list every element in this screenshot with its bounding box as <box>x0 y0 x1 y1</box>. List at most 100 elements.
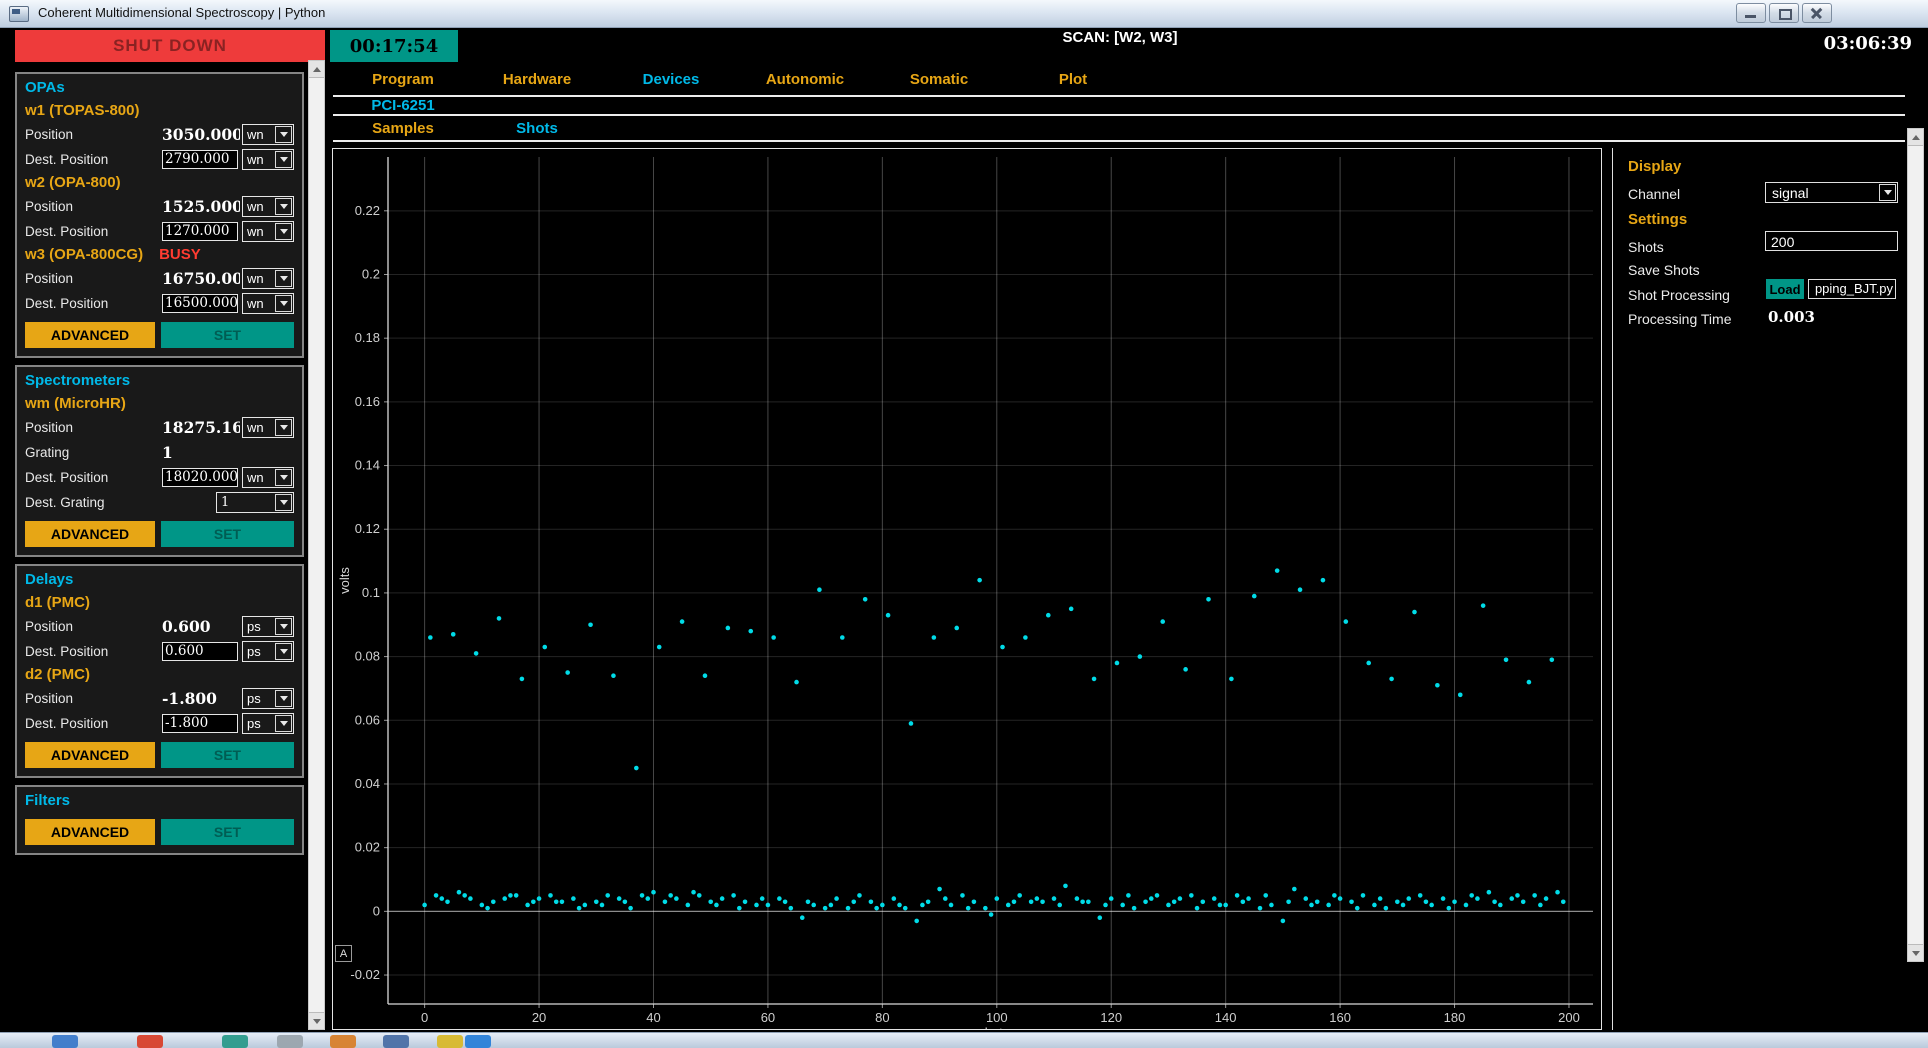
chevron-down-icon[interactable] <box>1879 184 1896 201</box>
scroll-down-arrow[interactable] <box>309 1012 324 1029</box>
load-script-button[interactable]: Load <box>1766 279 1804 299</box>
close-button[interactable] <box>1802 3 1832 23</box>
chevron-down-icon[interactable] <box>275 151 292 168</box>
chevron-down-icon[interactable] <box>275 126 292 143</box>
taskbar-icon-5[interactable] <box>330 1035 356 1048</box>
shots-input[interactable]: 200 <box>1765 231 1898 251</box>
set-button[interactable]: SET <box>161 819 294 845</box>
title-bar: Coherent Multidimensional Spectroscopy |… <box>0 0 1928 28</box>
set-button[interactable]: SET <box>161 521 294 547</box>
autoscale-button[interactable]: A <box>335 945 352 962</box>
units-select[interactable]: wn <box>242 293 294 314</box>
units-select[interactable]: wn <box>242 467 294 488</box>
taskbar-icon-3[interactable] <box>222 1035 248 1048</box>
chevron-down-icon[interactable] <box>275 469 292 486</box>
data-point <box>674 896 679 901</box>
taskbar-icon-8[interactable] <box>465 1035 491 1048</box>
units-select[interactable]: wn <box>242 124 294 145</box>
tab-devices[interactable]: Devices <box>604 71 738 88</box>
tab-somatic[interactable]: Somatic <box>872 71 1006 88</box>
data-point <box>1212 896 1217 901</box>
chevron-down-icon[interactable] <box>275 295 292 312</box>
section-buttons: ADVANCEDSET <box>25 742 294 768</box>
data-point <box>1481 603 1486 608</box>
chevron-down-icon[interactable] <box>275 618 292 635</box>
right-panel-scrollbar[interactable] <box>1907 128 1924 962</box>
chevron-down-icon[interactable] <box>275 198 292 215</box>
units-select[interactable]: wn <box>242 149 294 170</box>
chevron-down-icon[interactable] <box>275 270 292 287</box>
taskbar-icon-7[interactable] <box>437 1035 463 1048</box>
data-point <box>600 903 605 908</box>
units-select[interactable]: wn <box>242 221 294 242</box>
dest-position-input[interactable]: 16500.000 <box>162 294 238 313</box>
svg-text:0.18: 0.18 <box>355 330 380 345</box>
dest-position-input[interactable]: -1.800 <box>162 714 238 733</box>
channel-select[interactable]: signal <box>1765 182 1898 203</box>
units-select[interactable]: wn <box>242 417 294 438</box>
tab-autonomic[interactable]: Autonomic <box>738 71 872 88</box>
units-select[interactable]: wn <box>242 268 294 289</box>
tab-hardware[interactable]: Hardware <box>470 71 604 88</box>
set-button[interactable]: SET <box>161 322 294 348</box>
chevron-down-icon[interactable] <box>275 494 292 511</box>
display-header: Display <box>1628 158 1681 175</box>
tab-program[interactable]: Program <box>336 71 470 88</box>
chevron-down-icon[interactable] <box>275 715 292 732</box>
data-point <box>1561 899 1566 904</box>
scroll-up-arrow[interactable] <box>1908 129 1923 146</box>
units-select[interactable]: ps <box>242 713 294 734</box>
sidebar-scrollbar[interactable] <box>308 60 325 1030</box>
data-point <box>960 893 965 898</box>
chevron-down-icon[interactable] <box>275 690 292 707</box>
sub-tab-shots[interactable]: Shots <box>470 120 604 139</box>
dest-position-input[interactable]: 2790.000 <box>162 150 238 169</box>
data-point <box>1458 693 1463 698</box>
data-point <box>1538 903 1543 908</box>
taskbar-icon-4[interactable] <box>277 1035 303 1048</box>
plot-canvas[interactable]: -0.0200.020.040.060.080.10.120.140.160.1… <box>333 149 1601 1029</box>
shutdown-button[interactable]: SHUT DOWN <box>15 30 325 62</box>
minimize-button[interactable] <box>1736 3 1766 23</box>
device-tab-pci-6251[interactable]: PCI-6251 <box>336 97 470 113</box>
units-select[interactable]: ps <box>242 641 294 662</box>
save-shots-label: Save Shots <box>1628 262 1700 278</box>
data-point <box>1126 893 1131 898</box>
dest-position-input[interactable]: 1270.000 <box>162 222 238 241</box>
dest-position-input[interactable]: 0.600 <box>162 642 238 661</box>
units-value: ps <box>243 691 275 706</box>
scroll-down-arrow[interactable] <box>1908 944 1923 961</box>
data-point <box>1309 903 1314 908</box>
data-point <box>1241 899 1246 904</box>
taskbar-icon-6[interactable] <box>383 1035 409 1048</box>
dest-grating-select[interactable]: 1 <box>216 492 294 513</box>
data-point <box>726 626 731 631</box>
row-label: Position <box>25 619 162 634</box>
units-select[interactable]: ps <box>242 688 294 709</box>
units-column: ps <box>240 641 294 662</box>
advanced-button[interactable]: ADVANCED <box>25 322 155 348</box>
row-control: 1 <box>162 443 240 462</box>
data-point <box>1366 661 1371 666</box>
units-value: wn <box>243 127 275 142</box>
units-column: wn <box>240 417 294 438</box>
advanced-button[interactable]: ADVANCED <box>25 819 155 845</box>
data-point <box>1344 619 1349 624</box>
processing-script-field[interactable]: pping_BJT.py <box>1808 279 1896 299</box>
advanced-button[interactable]: ADVANCED <box>25 521 155 547</box>
units-select[interactable]: wn <box>242 196 294 217</box>
sub-tab-samples[interactable]: Samples <box>336 120 470 139</box>
tab-plot[interactable]: Plot <box>1006 71 1140 88</box>
restore-button[interactable] <box>1769 3 1799 23</box>
chevron-down-icon[interactable] <box>275 643 292 660</box>
taskbar-icon-2[interactable] <box>137 1035 163 1048</box>
chevron-down-icon[interactable] <box>275 419 292 436</box>
scroll-up-arrow[interactable] <box>309 61 324 78</box>
dest-position-input[interactable]: 18020.000 <box>162 468 238 487</box>
set-button[interactable]: SET <box>161 742 294 768</box>
taskbar-icon-1[interactable] <box>52 1035 78 1048</box>
chevron-down-icon[interactable] <box>275 223 292 240</box>
units-select[interactable]: ps <box>242 616 294 637</box>
data-point <box>817 587 822 592</box>
advanced-button[interactable]: ADVANCED <box>25 742 155 768</box>
